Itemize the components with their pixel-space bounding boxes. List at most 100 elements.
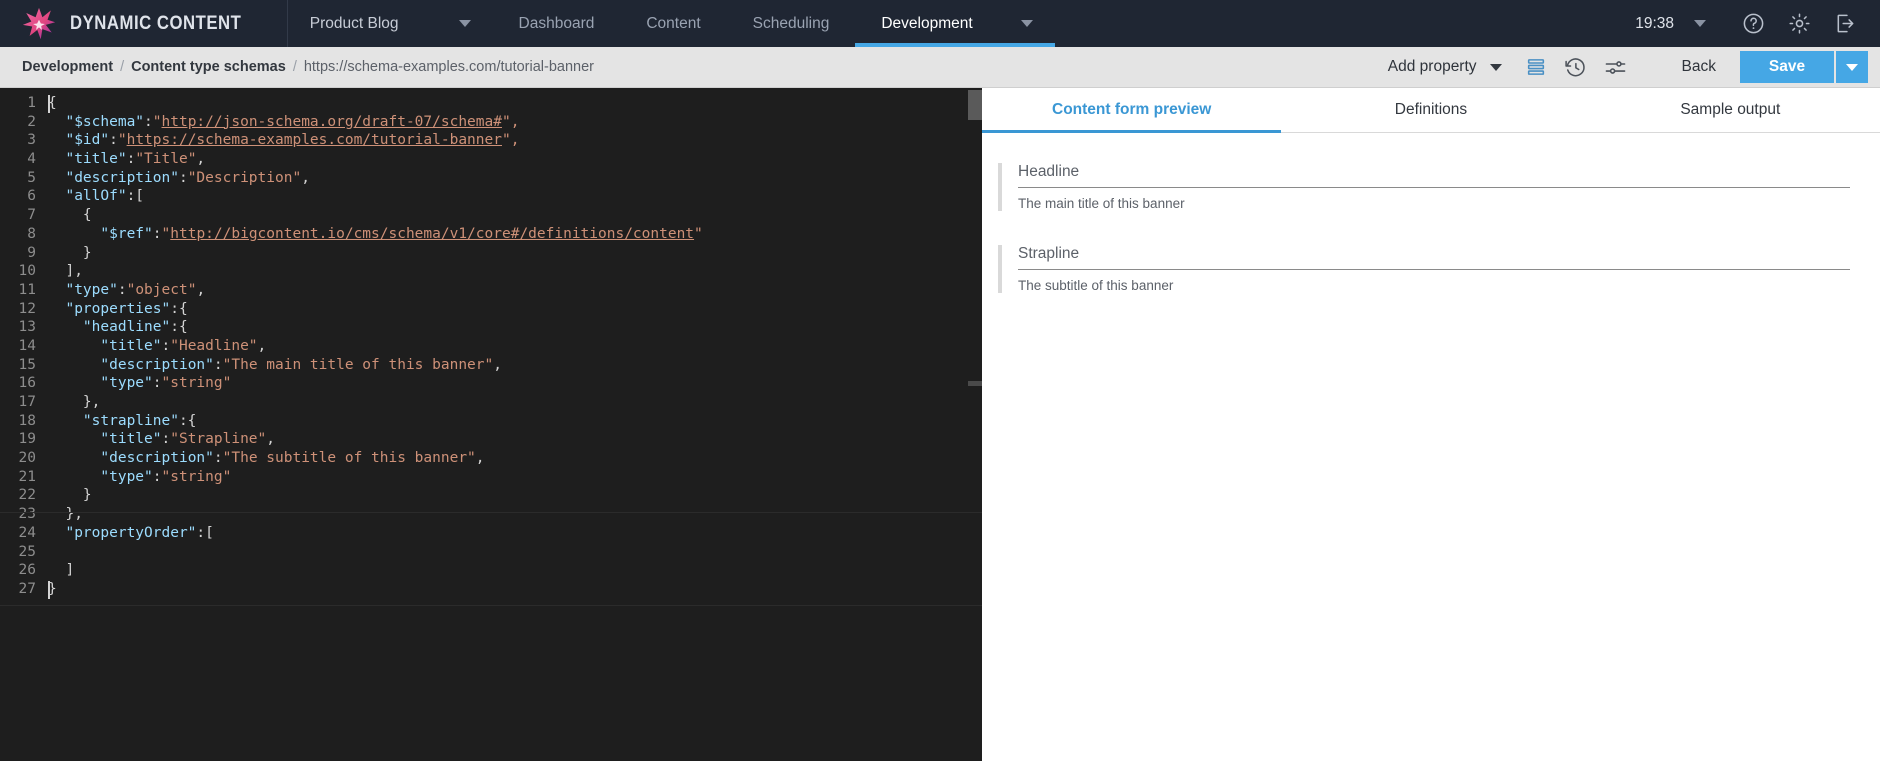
brand-name: DYNAMIC CONTENT <box>70 12 242 34</box>
code-line-text[interactable]: ], <box>48 262 82 281</box>
brand-area[interactable]: DYNAMIC CONTENT <box>0 0 288 47</box>
top-right-actions: 19:38 <box>1635 0 1880 47</box>
add-property-button[interactable]: Add property <box>1374 58 1516 76</box>
code-line-text[interactable]: "title":"Headline", <box>48 337 266 356</box>
add-property-label: Add property <box>1387 58 1477 75</box>
code-line-text[interactable]: }, <box>48 505 82 524</box>
code-line-text[interactable]: "type":"object", <box>48 281 205 300</box>
line-number: 19 <box>18 431 36 448</box>
line-number: 13 <box>18 319 36 336</box>
nav-item-label: Dashboard <box>518 14 595 32</box>
nav-item-label: Development <box>881 14 973 32</box>
code-line-text[interactable]: "strapline":{ <box>48 412 197 431</box>
code-line-text[interactable]: "description":"Description", <box>48 169 309 188</box>
chevron-down-icon <box>1846 63 1858 71</box>
code-line-text[interactable]: "$schema":"http://json-schema.org/draft-… <box>48 113 519 132</box>
save-button[interactable]: Save <box>1740 51 1834 83</box>
code-line-text[interactable]: "allOf":[ <box>48 187 144 206</box>
code-line-text[interactable]: "$ref":"http://bigcontent.io/cms/schema/… <box>48 225 702 244</box>
breadcrumb-item-current-schema: https://schema-examples.com/tutorial-ban… <box>303 59 594 75</box>
line-number: 15 <box>18 356 36 373</box>
gear-icon[interactable] <box>1786 11 1812 37</box>
line-number: 26 <box>18 562 36 579</box>
line-number: 16 <box>18 375 36 392</box>
editor-scrollbar[interactable] <box>968 88 982 761</box>
schema-code-editor[interactable]: 1{2 "$schema":"http://json-schema.org/dr… <box>0 88 982 761</box>
save-dropdown-button[interactable] <box>1836 51 1868 83</box>
code-line-row: 20 "description":"The subtitle of this b… <box>0 449 982 468</box>
line-number: 3 <box>27 132 36 149</box>
nav-item-dashboard[interactable]: Dashboard <box>493 0 621 47</box>
field-body: Headline The main title of this banner <box>1018 163 1850 211</box>
code-line-text[interactable]: "title":"Strapline", <box>48 430 275 449</box>
code-line-text[interactable]: "$id":"https://schema-examples.com/tutor… <box>48 131 519 150</box>
code-line-text[interactable]: { <box>48 94 57 113</box>
code-line-row: 9 } <box>0 244 982 263</box>
line-number: 8 <box>27 225 36 242</box>
code-line-text[interactable]: } <box>48 486 92 505</box>
code-line-row: 4 "title":"Title", <box>0 150 982 169</box>
code-line-text[interactable]: "propertyOrder":[ <box>48 524 213 543</box>
code-line-text[interactable]: "description":"The main title of this ba… <box>48 356 502 375</box>
breadcrumb-item-content-type-schemas[interactable]: Content type schemas <box>131 59 286 75</box>
nav-item-content[interactable]: Content <box>620 0 726 47</box>
sliders-icon[interactable] <box>1596 52 1636 82</box>
code-line-text[interactable]: } <box>48 244 92 263</box>
top-navigation-bar: DYNAMIC CONTENT Product Blog Dashboard C… <box>0 0 1880 47</box>
strapline-input[interactable]: Strapline <box>1018 245 1850 270</box>
code-line-text[interactable]: "type":"string" <box>48 374 231 393</box>
nav-item-development[interactable]: Development <box>855 0 1056 47</box>
tab-definitions[interactable]: Definitions <box>1281 88 1580 132</box>
field-body: Strapline The subtitle of this banner <box>1018 245 1850 293</box>
code-line-text[interactable]: "headline":{ <box>48 318 188 337</box>
tab-content-form-preview[interactable]: Content form preview <box>982 88 1282 133</box>
code-line-row: 7 { <box>0 206 982 225</box>
code-line-text[interactable]: "description":"The subtitle of this bann… <box>48 449 484 468</box>
hub-name: Product Blog <box>309 14 399 32</box>
code-line-text[interactable]: } <box>48 580 57 599</box>
line-number: 4 <box>27 151 36 168</box>
tab-label: Content form preview <box>1052 101 1212 118</box>
breadcrumb-toolbar: Development / Content type schemas / htt… <box>0 47 1880 88</box>
tab-sample-output[interactable]: Sample output <box>1581 88 1880 132</box>
nav-item-scheduling[interactable]: Scheduling <box>727 0 856 47</box>
line-number: 22 <box>18 487 36 504</box>
chevron-down-icon[interactable] <box>1694 20 1706 27</box>
code-line-text[interactable]: "type":"string" <box>48 468 231 487</box>
chevron-down-icon <box>1020 20 1033 27</box>
tab-label: Definitions <box>1394 101 1468 118</box>
breadcrumb-item-development[interactable]: Development <box>22 59 113 75</box>
field-accent-bar <box>998 245 1002 293</box>
code-line-row: 21 "type":"string" <box>0 468 982 487</box>
code-line-row: 11 "type":"object", <box>0 281 982 300</box>
text-cursor <box>48 580 50 599</box>
code-line-text[interactable]: "properties":{ <box>48 300 187 319</box>
line-number: 6 <box>27 188 36 205</box>
editor-scrollbar-thumb[interactable] <box>968 90 982 120</box>
code-line-row: 24 "propertyOrder":[ <box>0 524 982 543</box>
line-number: 20 <box>18 450 36 467</box>
question-circle-icon[interactable] <box>1740 11 1766 37</box>
code-line-text[interactable]: { <box>48 206 92 225</box>
hub-selector[interactable]: Product Blog <box>288 0 493 47</box>
code-line-row: 3 "$id":"https://schema-examples.com/tut… <box>0 131 982 150</box>
main-content: 1{2 "$schema":"http://json-schema.org/dr… <box>0 88 1880 761</box>
history-clock-icon[interactable] <box>1556 52 1596 82</box>
code-lines: 1{2 "$schema":"http://json-schema.org/dr… <box>0 94 982 599</box>
line-number: 14 <box>18 337 36 354</box>
star-burst-logo <box>22 7 56 41</box>
code-line-row: 10 ], <box>0 262 982 281</box>
code-line-text[interactable]: ] <box>48 561 74 580</box>
preview-tabs: Content form preview Definitions Sample … <box>982 88 1880 133</box>
back-button[interactable]: Back <box>1658 58 1740 76</box>
sign-out-icon[interactable] <box>1832 11 1858 37</box>
headline-input[interactable]: Headline <box>1018 163 1850 188</box>
code-line-text[interactable]: }, <box>48 393 100 412</box>
code-line-text[interactable]: "title":"Title", <box>48 150 205 169</box>
nav-item-label: Scheduling <box>752 14 830 32</box>
form-field-strapline: Strapline The subtitle of this banner <box>998 245 1850 293</box>
list-layout-icon[interactable] <box>1516 52 1556 82</box>
editor-split-line <box>0 605 982 606</box>
line-number: 11 <box>18 281 36 298</box>
line-number: 24 <box>18 524 36 541</box>
